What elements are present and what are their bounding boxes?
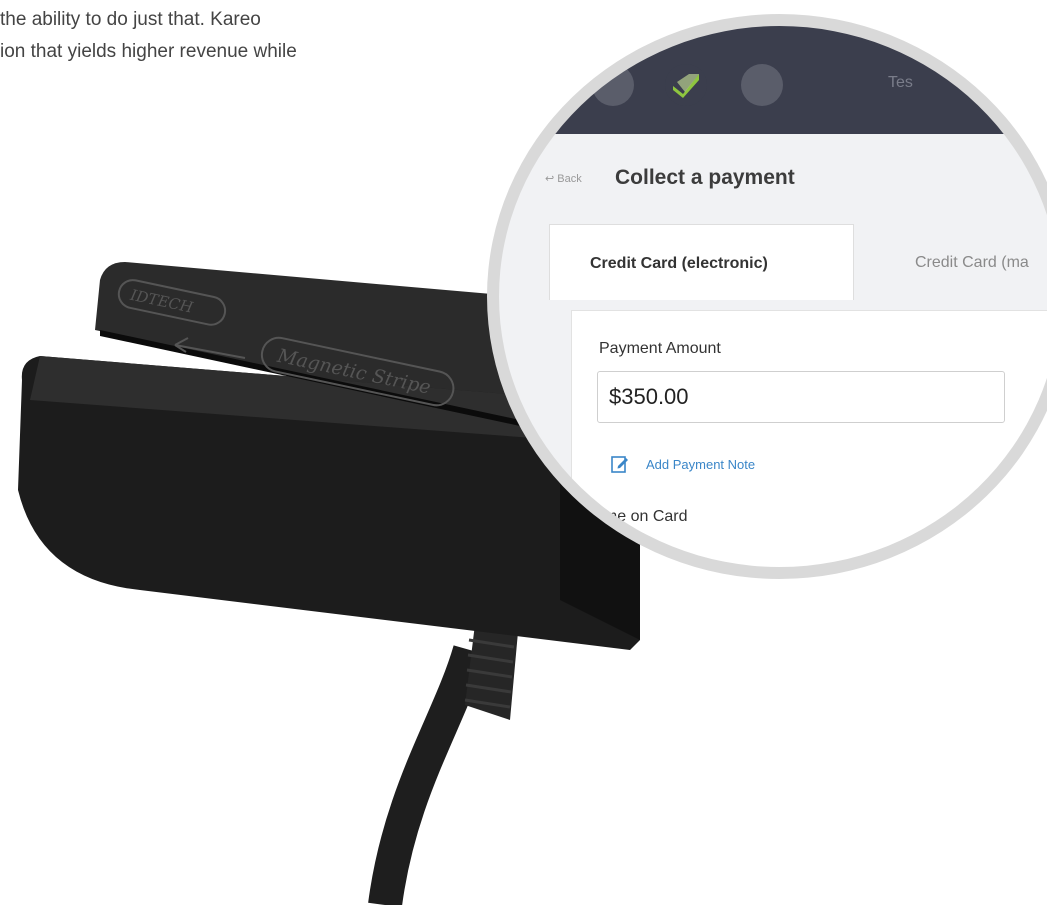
svg-text:Magnetic Stripe: Magnetic Stripe (274, 345, 432, 399)
reader-stripe-emboss: Magnetic Stripe (260, 336, 455, 407)
add-payment-note-link[interactable]: Add Payment Note (610, 454, 755, 474)
add-payment-note-label: Add Payment Note (646, 456, 756, 472)
reader-brand-emboss: IDTECH (117, 279, 227, 326)
tab-credit-card-electronic[interactable]: Credit Card (electronic) (549, 224, 854, 300)
intro-text: the ability to do just that. Kareo ion t… (0, 4, 420, 68)
reader-top-face (30, 356, 560, 440)
nav-user-name[interactable]: Tes (888, 74, 913, 92)
strain-relief-ridges (464, 623, 516, 709)
tab-credit-card-manual[interactable]: Credit Card (ma (915, 254, 1029, 272)
payment-amount-label: Payment Amount (599, 340, 721, 357)
reader-strain-relief (465, 600, 520, 720)
app-top-bar: Tes (497, 24, 1047, 134)
app-screen: Tes ↩ Back Collect a payment Credit Card… (497, 24, 1047, 569)
magnifier-overlay: Tes ↩ Back Collect a payment Credit Card… (487, 14, 1047, 579)
nav-checkmark-icon[interactable] (665, 64, 707, 106)
payment-amount-input[interactable] (597, 371, 1005, 423)
page-title: Collect a payment (615, 166, 795, 189)
edit-note-icon (611, 456, 628, 473)
svg-text:IDTECH: IDTECH (128, 286, 196, 317)
nav-heart-icon[interactable] (741, 64, 783, 106)
back-link[interactable]: ↩ Back (545, 172, 582, 185)
reader-slot (100, 330, 520, 426)
tab-label: Credit Card (electronic) (590, 255, 768, 272)
back-label: Back (557, 173, 582, 185)
swipe-arrow (174, 344, 246, 359)
intro-line-1: the ability to do just that. Kareo (0, 9, 261, 30)
intro-line-2: ion that yields higher revenue while (0, 41, 297, 62)
name-on-card-label: ame on Card (595, 508, 688, 525)
nav-avatar-icon[interactable] (592, 64, 634, 106)
reader-cable (368, 645, 487, 905)
